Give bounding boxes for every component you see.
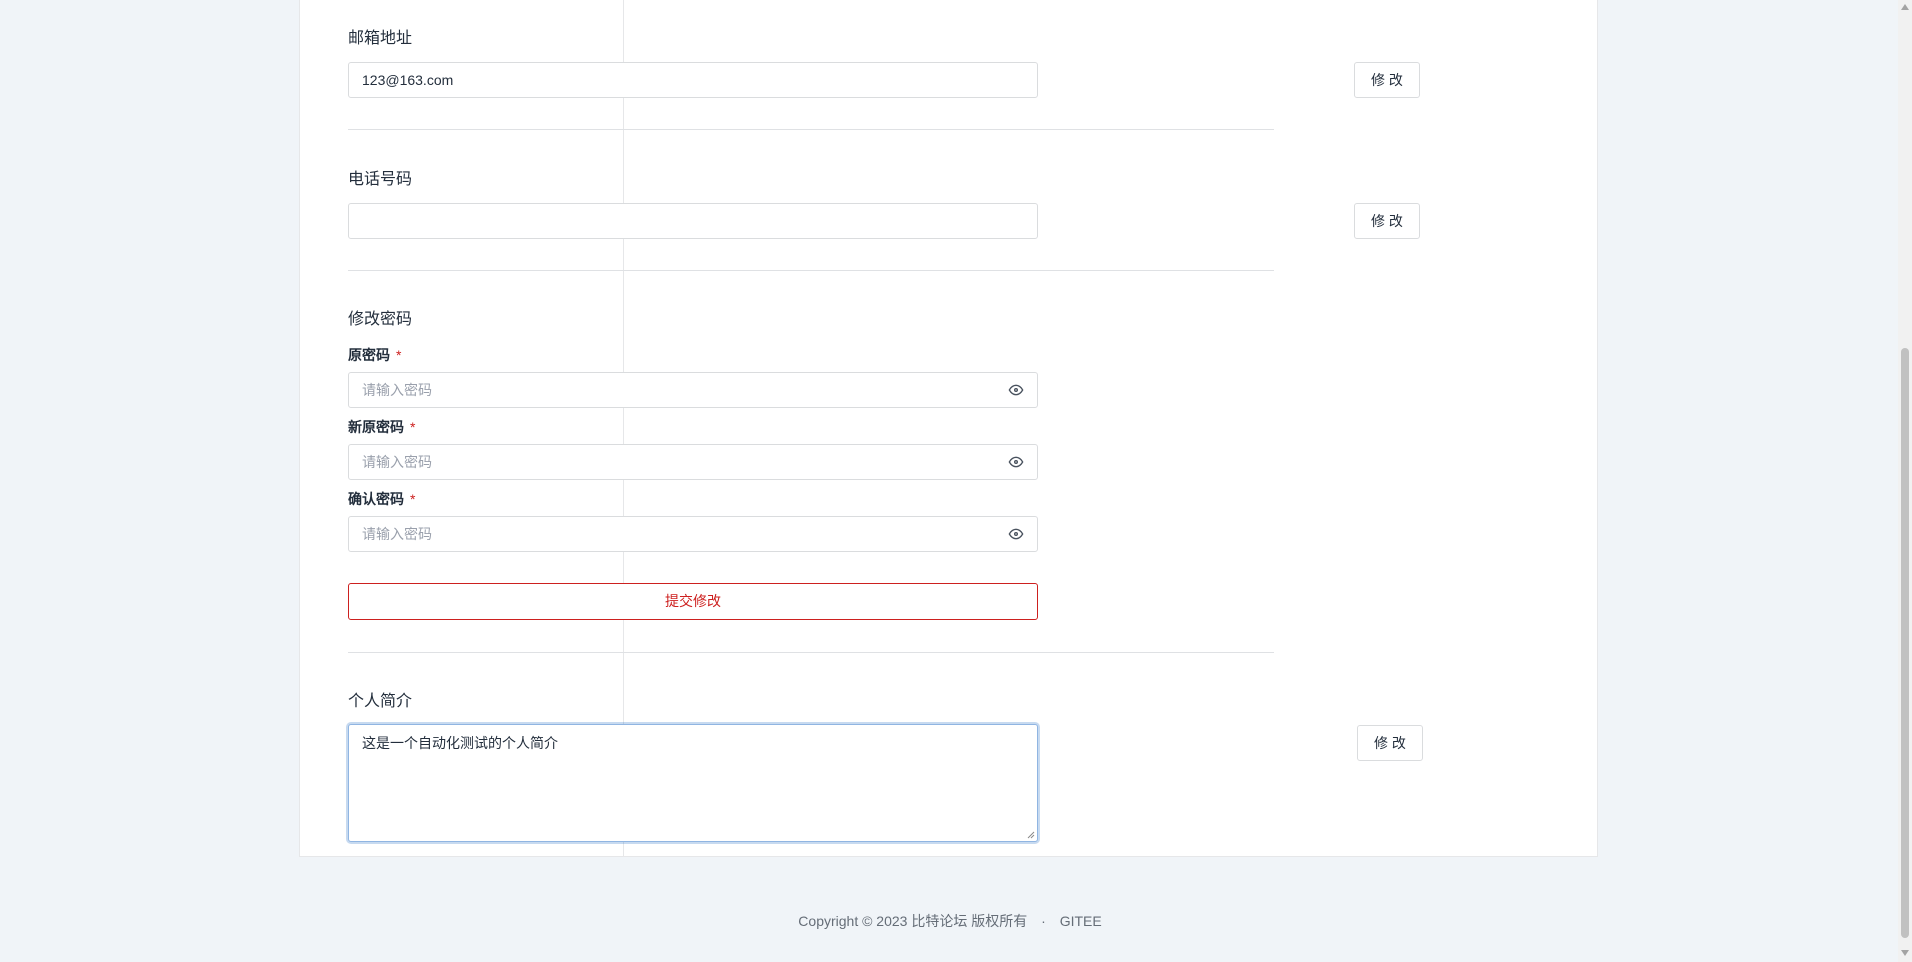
bio-textarea[interactable]: 这是一个自动化测试的个人简介: [348, 724, 1038, 842]
phone-input[interactable]: [348, 203, 1038, 239]
eye-icon[interactable]: [1007, 526, 1025, 542]
bio-section-title: 个人简介: [348, 693, 413, 710]
confirm-password-label: 确认密码 *: [348, 491, 416, 507]
old-password-input[interactable]: 请输入密码: [348, 372, 1038, 408]
required-marker: *: [410, 491, 416, 507]
email-modify-button[interactable]: 修 改: [1354, 62, 1420, 98]
confirm-password-placeholder: 请输入密码: [362, 526, 432, 542]
old-password-placeholder: 请输入密码: [362, 382, 432, 398]
new-password-label: 新原密码 *: [348, 419, 416, 435]
bio-modify-button[interactable]: 修 改: [1357, 725, 1423, 761]
email-input-value: 123@163.com: [362, 72, 454, 88]
page-scrollbar[interactable]: [1898, 0, 1912, 962]
bio-textarea-value: 这是一个自动化测试的个人简介: [362, 735, 558, 751]
phone-section-title: 电话号码: [348, 171, 413, 188]
required-marker: *: [396, 347, 402, 363]
scrollbar-thumb[interactable]: [1901, 348, 1909, 938]
footer: Copyright © 2023 比特论坛 版权所有 · GITEE: [0, 911, 1900, 931]
resize-grip-icon[interactable]: [1027, 831, 1035, 839]
email-input[interactable]: 123@163.com: [348, 62, 1038, 98]
section-divider: [348, 652, 1274, 653]
new-password-input[interactable]: 请输入密码: [348, 444, 1038, 480]
password-section-title: 修改密码: [348, 311, 413, 328]
email-section-title: 邮箱地址: [348, 30, 413, 47]
scroll-down-arrow-icon[interactable]: [1901, 950, 1909, 956]
eye-icon[interactable]: [1007, 454, 1025, 470]
eye-icon[interactable]: [1007, 382, 1025, 398]
footer-gitee-link[interactable]: GITEE: [1060, 913, 1102, 929]
phone-modify-button[interactable]: 修 改: [1354, 203, 1420, 239]
section-divider: [348, 129, 1274, 130]
confirm-password-input[interactable]: 请输入密码: [348, 516, 1038, 552]
old-password-label: 原密码 *: [348, 347, 402, 363]
footer-separator: ·: [1041, 913, 1046, 929]
new-password-placeholder: 请输入密码: [362, 454, 432, 470]
scroll-up-arrow-icon[interactable]: [1901, 4, 1909, 10]
submit-password-button[interactable]: 提交修改: [348, 583, 1038, 620]
footer-copyright: Copyright © 2023 比特论坛 版权所有: [798, 913, 1028, 929]
section-divider: [348, 270, 1274, 271]
required-marker: *: [410, 419, 416, 435]
